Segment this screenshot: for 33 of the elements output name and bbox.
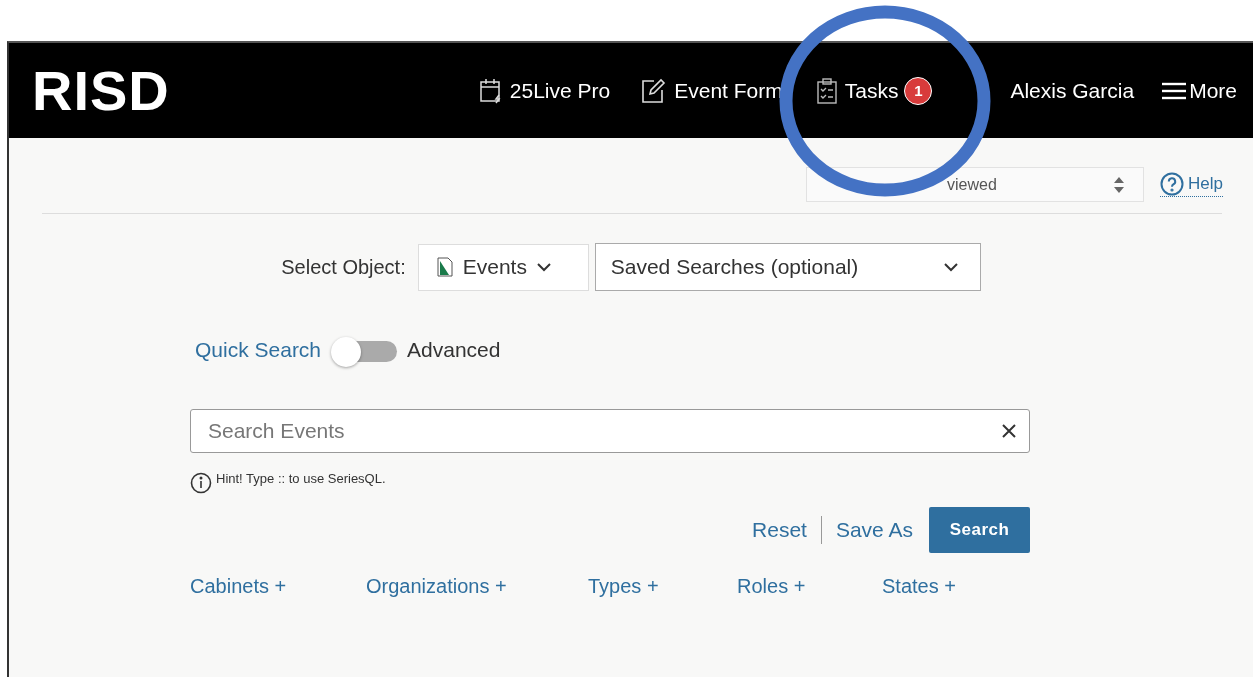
search-field[interactable]: Search Events <box>190 409 1030 453</box>
document-icon <box>436 257 453 277</box>
nav-link[interactable]: 25Live Pro <box>479 77 611 104</box>
advanced-label: Advanced <box>407 338 501 362</box>
object-dropdown[interactable]: Events <box>417 243 589 291</box>
nav-link[interactable]: Event Form <box>640 77 783 104</box>
action-link[interactable]: Save As <box>821 518 927 542</box>
clear-icon[interactable] <box>1002 424 1016 438</box>
quick-search-link[interactable]: Quick Search <box>195 338 322 362</box>
count-badge: 1 <box>904 76 933 105</box>
clipboard-icon <box>816 77 837 104</box>
action-link[interactable]: Reset <box>738 518 821 542</box>
filter-link[interactable]: States + <box>882 575 956 598</box>
calendar-icon <box>479 77 502 104</box>
chevron-down-icon <box>943 262 958 272</box>
logo: RISD <box>32 58 170 123</box>
menu-icon <box>1161 80 1188 101</box>
chevron-down-icon <box>536 262 551 272</box>
select-object-label: Select Object: <box>281 255 406 279</box>
info-icon <box>190 472 212 494</box>
filter-link[interactable]: Roles + <box>737 575 806 598</box>
more-menu-button[interactable]: More <box>1161 78 1237 103</box>
saved-searches-dropdown[interactable]: Saved Searches (optional) <box>594 243 981 291</box>
filter-link[interactable]: Cabinets + <box>190 575 287 598</box>
user-name-link[interactable]: Alexis Garcia <box>1010 78 1135 103</box>
help-icon <box>1160 172 1185 196</box>
filter-link[interactable]: Types + <box>588 575 659 598</box>
nav-link[interactable]: Tasks 1 <box>816 76 933 105</box>
edit-icon <box>640 77 667 104</box>
hint-text: Hint! Type :: to use SeriesQL. <box>216 471 386 486</box>
help-link[interactable]: Help <box>1160 172 1223 197</box>
search-button[interactable]: Search <box>929 507 1030 553</box>
filter-link[interactable]: Organizations + <box>366 575 507 598</box>
